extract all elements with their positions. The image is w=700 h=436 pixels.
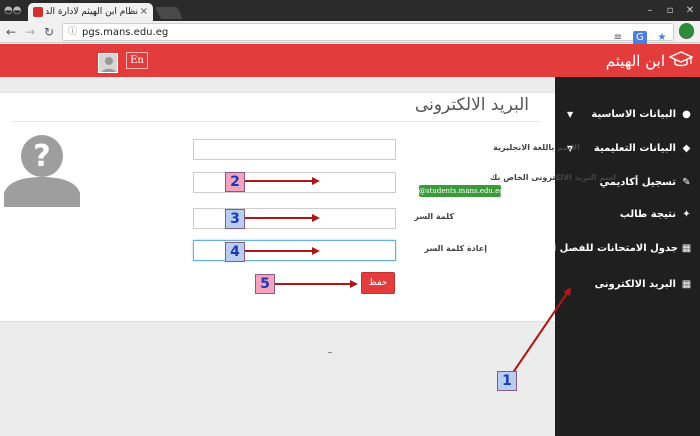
save-button[interactable]: حفظ	[361, 272, 395, 294]
minimize-icon[interactable]: –	[640, 0, 660, 21]
title-divider	[12, 121, 540, 122]
sidebar-item-student-result[interactable]: ✦ نتيجة طالب	[555, 200, 700, 232]
english-name-label: الاسم باللغة الانجليزية	[493, 143, 580, 152]
loading-indicator	[328, 352, 332, 353]
menu-icon[interactable]: ≡	[611, 31, 625, 45]
back-icon[interactable]: ←	[3, 24, 19, 40]
step-marker-2: 2	[225, 172, 245, 192]
page-title: البريد الالكترونى	[414, 95, 529, 115]
graduation-cap-icon	[669, 51, 693, 67]
tab-favicon	[33, 7, 43, 17]
email-label: اسم البريد الالكترونى الخاص بك	[489, 173, 616, 182]
svg-text:?: ?	[33, 139, 50, 174]
main-panel: البريد الالكترونى ?	[0, 92, 555, 322]
wand-icon: ✦	[682, 209, 691, 220]
password-input[interactable]	[193, 208, 396, 229]
password-label: كلمة السر	[414, 212, 454, 221]
extension-green-icon[interactable]	[679, 23, 694, 38]
email-domain-badge: @students.mans.edu.eg	[419, 185, 504, 197]
step-marker-3: 3	[225, 209, 245, 229]
password-confirm-label: إعادة كلمة السر	[424, 244, 487, 253]
table-icon: ▦	[681, 243, 692, 254]
sidebar-item-exam-schedule[interactable]: ▦ جدول الامتحانات للفصل الحالي	[524, 234, 700, 266]
translate-icon[interactable]: G	[632, 31, 647, 45]
window-controls: – ▫ ✕	[640, 0, 700, 21]
avatar-icon	[99, 54, 117, 72]
url-text: pgs.mans.edu.eg	[82, 27, 169, 38]
step-marker-4: 4	[225, 242, 245, 262]
person-placeholder-icon: ?	[4, 135, 80, 207]
brand-name: ابن الهيثم	[605, 52, 665, 70]
close-icon[interactable]: ×	[140, 5, 148, 18]
address-bar-icons: ≡ G ★	[608, 25, 669, 45]
browser-tab[interactable]: نظام ابن الهيثم لادارة الدراسات ×	[28, 3, 153, 21]
sidebar-item-basic-data[interactable]: ● البيانات الاساسية ▼	[555, 100, 700, 132]
sidebar-item-label: البيانات الاساسية	[591, 109, 676, 120]
caret-down-icon: ▼	[567, 110, 574, 119]
brand[interactable]: ابن الهيثم	[593, 48, 693, 73]
graduation-cap-icon: ◆	[682, 143, 691, 154]
sidebar: ● البيانات الاساسية ▼ ◆ البيانات التعليم…	[524, 77, 700, 436]
page-root: ◓◓ نظام ابن الهيثم لادارة الدراسات × – ▫…	[0, 0, 700, 436]
star-icon[interactable]: ★	[655, 31, 669, 45]
reload-icon[interactable]: ↻	[41, 24, 57, 40]
forward-icon[interactable]: →	[22, 24, 38, 40]
password-confirm-input[interactable]	[193, 240, 396, 261]
avatar[interactable]	[98, 53, 118, 73]
info-icon: ⓘ	[68, 27, 78, 37]
maximize-icon[interactable]: ▫	[660, 0, 680, 21]
tab-title: نظام ابن الهيثم لادارة الدراسات	[46, 7, 138, 17]
english-name-input[interactable]	[193, 139, 396, 160]
step-marker-1: 1	[497, 371, 517, 391]
browser-tab-bar: ◓◓ نظام ابن الهيثم لادارة الدراسات × – ▫…	[0, 0, 700, 21]
new-tab-button[interactable]	[155, 7, 183, 19]
incognito-icon: ◓◓	[4, 5, 22, 16]
sidebar-item-label: البيانات التعليمية	[593, 143, 676, 154]
edit-icon: ✎	[682, 177, 691, 188]
sidebar-item-label: البريد الالكترونى	[594, 279, 676, 290]
sidebar-item-email[interactable]: ▦ البريد الالكترونى	[555, 270, 700, 302]
sidebar-item-label: نتيجة طالب	[619, 209, 676, 220]
address-bar[interactable]: ⓘ pgs.mans.edu.eg ≡ G ★	[62, 23, 674, 45]
browser-toolbar: ← → ↻ ⓘ pgs.mans.edu.eg ≡ G ★	[0, 21, 700, 45]
step-marker-5: 5	[255, 274, 275, 294]
user-icon: ●	[682, 109, 691, 120]
table-icon: ▦	[681, 279, 692, 290]
language-toggle-button[interactable]: En	[126, 52, 148, 69]
close-window-icon[interactable]: ✕	[680, 0, 700, 21]
email-input[interactable]	[193, 172, 396, 193]
